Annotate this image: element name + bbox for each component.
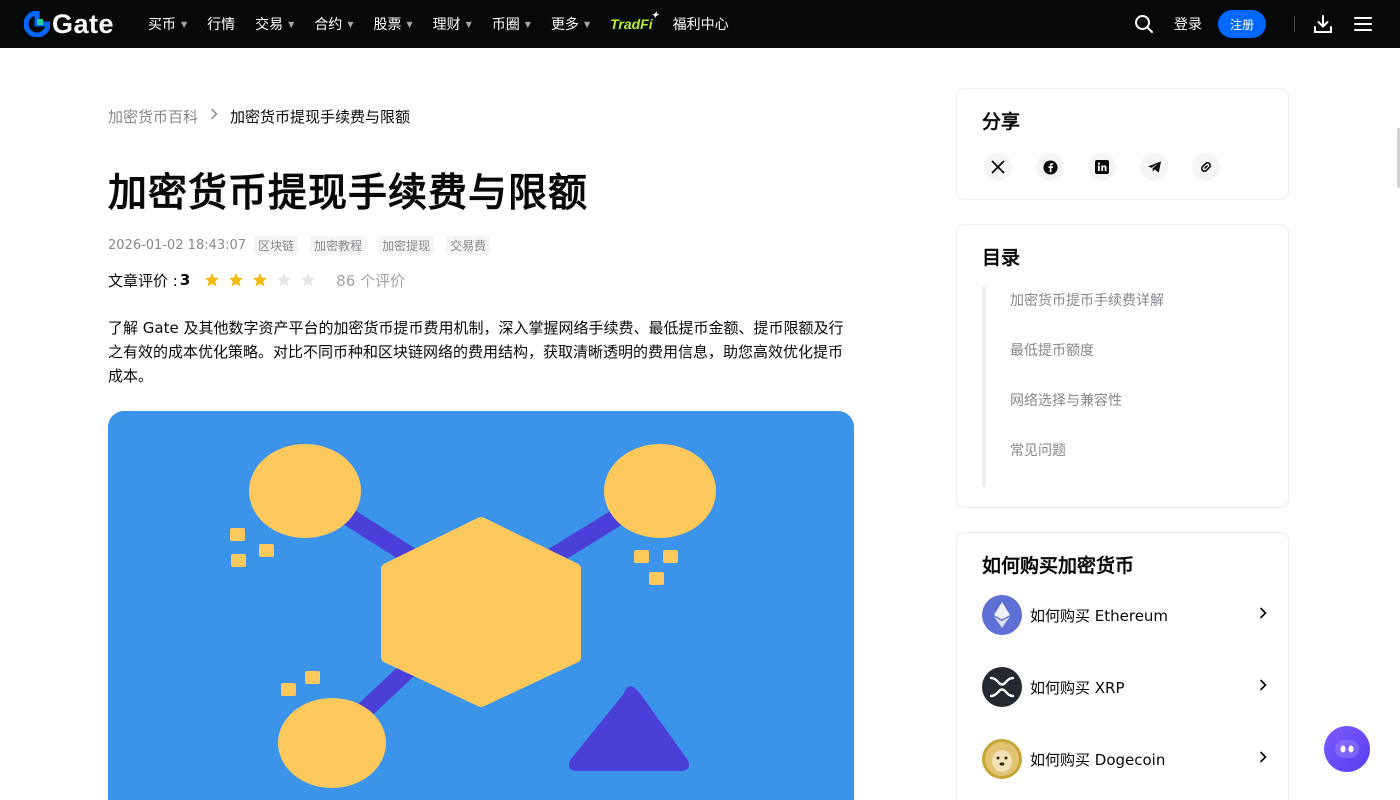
- sparkle-icon: ✦: [651, 10, 659, 20]
- article-rating: 文章评价 : 3 86 个评价: [108, 270, 405, 290]
- gate-logo-icon: [24, 11, 50, 37]
- page-scrollbar[interactable]: [1396, 48, 1400, 800]
- logo-text: Gate: [52, 9, 115, 39]
- caret-down-icon: ▼: [181, 19, 188, 29]
- nav-divider: [1294, 16, 1295, 32]
- ethereum-icon: [982, 595, 1022, 635]
- nav-rewards[interactable]: 福利中心: [673, 0, 729, 48]
- nav-label: 更多: [550, 17, 579, 33]
- rating-stars[interactable]: [204, 272, 324, 288]
- x-icon[interactable]: [984, 153, 1012, 181]
- gate-logo[interactable]: Gate: [24, 9, 115, 39]
- nav-label: 理财: [432, 17, 461, 33]
- star-filled-icon[interactable]: [204, 272, 220, 288]
- caret-down-icon: ▼: [288, 19, 295, 29]
- toc-item[interactable]: 网络选择与兼容性: [1010, 387, 1164, 437]
- nav-label: 福利中心: [672, 17, 729, 33]
- chevron-right-icon: [210, 108, 218, 124]
- chevron-right-icon: [1259, 679, 1267, 695]
- hero-illustration: [108, 411, 854, 800]
- toc-item[interactable]: 加密货币提币手续费详解: [1010, 287, 1164, 337]
- rating-count: 86 个评价: [336, 271, 406, 290]
- nav-buy-crypto[interactable]: 买币 ▼: [148, 0, 187, 48]
- how-to-buy-title: 如何购买加密货币: [982, 555, 1135, 577]
- link-icon[interactable]: [1192, 153, 1220, 181]
- nav-community[interactable]: 币圈 ▼: [492, 0, 531, 48]
- linkedin-icon[interactable]: [1088, 153, 1116, 181]
- telegram-icon[interactable]: [1140, 153, 1168, 181]
- register-button[interactable]: 注册: [1217, 10, 1266, 38]
- caret-down-icon: ▼: [583, 19, 591, 29]
- star-empty-icon[interactable]: [300, 272, 316, 288]
- star-filled-icon[interactable]: [228, 272, 244, 288]
- buy-item-label: 如何购买 XRP: [1030, 678, 1125, 697]
- share-title: 分享: [982, 111, 1021, 133]
- toc-list: 加密货币提币手续费详解 最低提币额度 网络选择与兼容性 常见问题: [982, 287, 1164, 487]
- article-tag[interactable]: 加密提现: [378, 235, 435, 255]
- xrp-icon: [982, 667, 1022, 707]
- caret-down-icon: ▼: [524, 19, 531, 29]
- login-link[interactable]: 登录: [1174, 14, 1202, 34]
- how-to-buy-card: 如何购买加密货币 如何购买 Ethereum 如何购买 XRP 如何购买 Dog…: [956, 532, 1289, 800]
- chevron-right-icon: [1259, 607, 1267, 623]
- breadcrumb-current: 加密货币提现手续费与限额: [230, 107, 411, 126]
- page-title: 加密货币提现手续费与限额: [108, 171, 589, 216]
- buy-item-dogecoin[interactable]: 如何购买 Dogecoin: [982, 739, 1267, 779]
- blockchain-network-illustration: [230, 444, 716, 788]
- nav-markets[interactable]: 行情: [207, 0, 235, 48]
- nav-label: 买币: [148, 17, 176, 33]
- star-filled-icon[interactable]: [252, 272, 268, 288]
- star-empty-icon[interactable]: [276, 272, 292, 288]
- publish-date: 2026-01-02 18:43:07: [108, 237, 247, 253]
- caret-down-icon: ▼: [406, 19, 413, 29]
- article-summary: 了解 Gate 及其他数字资产平台的加密货币提币费用机制，深入掌握网络手续费、最…: [108, 319, 844, 385]
- nav-label: 合约: [314, 17, 343, 33]
- nav-label: 行情: [207, 17, 236, 33]
- buy-item-ethereum[interactable]: 如何购买 Ethereum: [982, 595, 1267, 635]
- facebook-icon[interactable]: [1036, 153, 1064, 181]
- buy-item-xrp[interactable]: 如何购买 XRP: [982, 667, 1267, 707]
- toc-title: 目录: [982, 247, 1021, 269]
- buy-item-label: 如何购买 Ethereum: [1030, 606, 1169, 625]
- chat-assistant-icon[interactable]: [1324, 726, 1370, 772]
- nav-label: 币圈: [491, 17, 520, 33]
- search-icon[interactable]: [1132, 12, 1156, 36]
- nav-earn[interactable]: 理财 ▼: [433, 0, 472, 48]
- article-tag[interactable]: 加密教程: [310, 235, 367, 255]
- chevron-right-icon: [1259, 751, 1267, 767]
- nav-trade[interactable]: 交易 ▼: [255, 0, 294, 48]
- article-tag[interactable]: 区块链: [254, 235, 299, 255]
- nav-label: 股票: [373, 17, 402, 33]
- toc-item[interactable]: 常见问题: [1010, 437, 1164, 487]
- nav-futures[interactable]: 合约 ▼: [314, 0, 353, 48]
- nav-stocks[interactable]: 股票 ▼: [373, 0, 412, 48]
- nav-more[interactable]: 更多 ▼: [551, 0, 590, 48]
- top-nav: Gate 买币 ▼ 行情 交易 ▼ 合约 ▼ 股票 ▼ 理财 ▼ 币圈 ▼ 更多 ▼ Trad…: [0, 0, 1400, 48]
- tradfi-label: TradFi: [610, 16, 653, 32]
- rating-label: 文章评价 :: [108, 271, 178, 290]
- article-meta: 2026-01-02 18:43:07 区块链 加密教程 加密提现 交易费: [108, 234, 502, 256]
- share-card: 分享: [956, 88, 1289, 200]
- article-tag[interactable]: 交易费: [446, 235, 491, 255]
- share-buttons: [984, 153, 1288, 181]
- buy-item-label: 如何购买 Dogecoin: [1030, 750, 1166, 769]
- nav-label: 交易: [255, 17, 284, 33]
- caret-down-icon: ▼: [347, 19, 354, 29]
- download-icon[interactable]: [1311, 12, 1335, 36]
- toc-item[interactable]: 最低提币额度: [1010, 337, 1164, 387]
- caret-down-icon: ▼: [465, 19, 472, 29]
- dogecoin-icon: [982, 739, 1022, 779]
- nav-tradfi[interactable]: TradFi ✦: [610, 10, 659, 32]
- toc-card: 目录 加密货币提币手续费详解 最低提币额度 网络选择与兼容性 常见问题: [956, 224, 1289, 508]
- breadcrumb: 加密货币百科 加密货币提现手续费与限额: [108, 106, 410, 126]
- nav-menu: 买币 ▼ 行情 交易 ▼ 合约 ▼ 股票 ▼ 理财 ▼ 币圈 ▼ 更多 ▼ TradFi ✦ 福…: [148, 0, 749, 48]
- breadcrumb-root-link[interactable]: 加密货币百科: [108, 106, 198, 127]
- nav-right: 登录 注册: [1132, 0, 1400, 48]
- menu-icon[interactable]: [1351, 12, 1375, 36]
- rating-score: 3: [179, 271, 191, 289]
